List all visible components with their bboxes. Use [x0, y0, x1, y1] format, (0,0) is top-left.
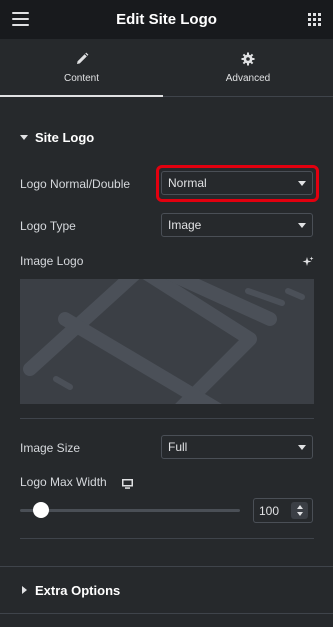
logo-type-select[interactable]: Image: [161, 213, 313, 237]
sparkle-icon[interactable]: [302, 255, 314, 267]
tab-advanced[interactable]: Advanced: [163, 39, 333, 96]
panel-tabs: Content Advanced: [0, 39, 333, 97]
logo-max-width-value: 100: [259, 503, 280, 518]
divider: [20, 538, 314, 539]
divider: [20, 418, 314, 419]
extra-options-title: Extra Options: [35, 582, 121, 598]
chevron-down-icon: [298, 445, 306, 450]
section-site-logo-toggle[interactable]: Site Logo: [20, 129, 94, 145]
logo-max-width-slider-track[interactable]: [20, 509, 240, 512]
tab-content-label: Content: [63, 73, 100, 84]
logo-max-width-input[interactable]: 100: [253, 498, 313, 523]
desktop-icon[interactable]: [122, 476, 133, 489]
section-title: Site Logo: [35, 129, 95, 145]
grid-icon[interactable]: [308, 13, 321, 26]
logo-normal-double-value: Normal: [168, 176, 207, 190]
logo-max-width-label: Logo Max Width: [20, 475, 107, 489]
pencil-icon: [75, 51, 89, 67]
number-stepper[interactable]: [291, 502, 308, 519]
logo-max-width-slider-handle[interactable]: [33, 502, 49, 518]
image-size-label: Image Size: [20, 441, 81, 455]
stepper-down-icon[interactable]: [296, 512, 303, 516]
gear-icon: [241, 51, 255, 67]
image-logo-placeholder[interactable]: [20, 279, 314, 404]
tab-content[interactable]: Content: [0, 39, 163, 97]
hamburger-icon[interactable]: [12, 12, 29, 26]
logo-normal-double-label: Logo Normal/Double: [20, 177, 131, 191]
logo-normal-double-select[interactable]: Normal: [161, 171, 313, 195]
caret-down-icon: [20, 134, 28, 140]
chevron-down-icon: [298, 223, 306, 228]
caret-right-icon: [22, 586, 27, 594]
tab-advanced-label: Advanced: [225, 73, 271, 84]
image-size-select[interactable]: Full: [161, 435, 313, 459]
image-placeholder-icon: [23, 279, 305, 404]
panel-header: Edit Site Logo: [0, 0, 333, 39]
chevron-down-icon: [298, 181, 306, 186]
image-size-value: Full: [168, 440, 188, 454]
logo-type-label: Logo Type: [20, 219, 76, 233]
stepper-up-icon[interactable]: [296, 505, 303, 509]
image-logo-label: Image Logo: [20, 254, 84, 268]
logo-type-value: Image: [168, 218, 202, 232]
section-extra-options-toggle[interactable]: Extra Options: [22, 582, 120, 598]
panel-title: Edit Site Logo: [116, 11, 217, 28]
